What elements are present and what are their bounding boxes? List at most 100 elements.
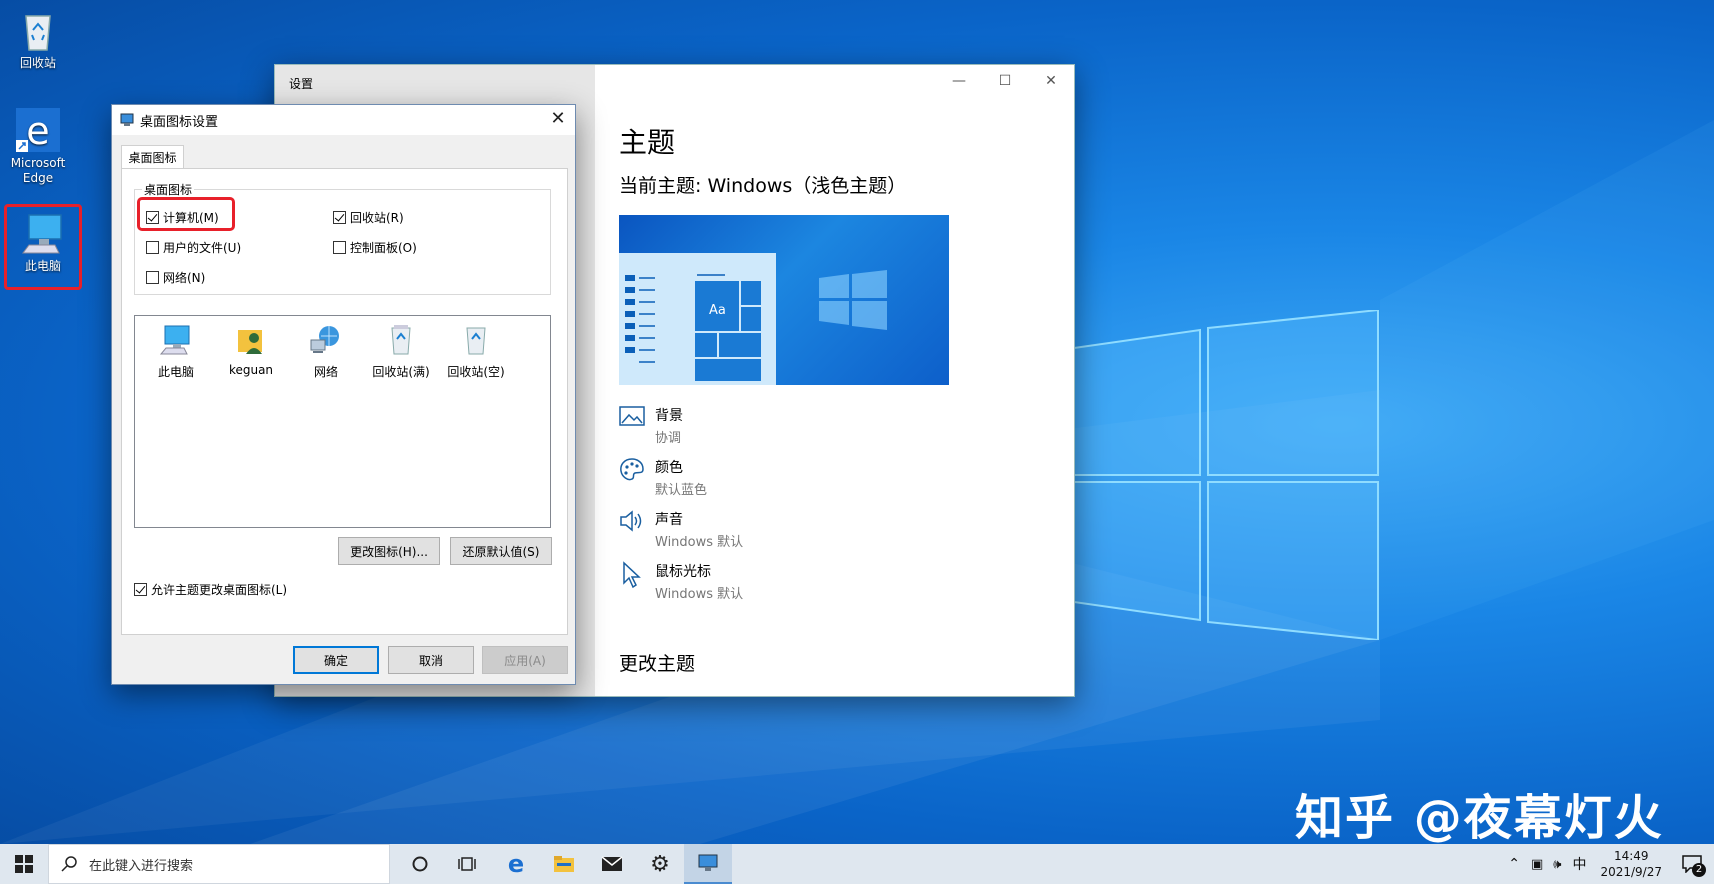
clock[interactable]: 14:49 2021/9/27 (1592, 848, 1670, 880)
desktop-icon-edge[interactable]: e Microsoft Edge (0, 106, 76, 186)
checkbox-label: 用户的文件(U) (163, 241, 242, 255)
gear-icon: ⚙ (650, 851, 670, 877)
setting-value: Windows 默认 (655, 535, 744, 550)
search-icon (61, 856, 77, 872)
folder-icon (554, 856, 574, 872)
change-theme-heading: 更改主题 (619, 653, 696, 675)
highlight-annotation (137, 197, 235, 231)
checkbox-label: 网络(N) (163, 271, 206, 285)
chevron-up-icon[interactable]: ⌃ (1502, 856, 1526, 872)
clock-date: 2021/9/27 (1600, 865, 1662, 879)
user-folder-icon (238, 330, 262, 354)
taskbar-search-box[interactable]: 在此键入进行搜索 (48, 844, 390, 884)
ime-indicator[interactable]: 中 (1566, 854, 1592, 874)
ok-button[interactable]: 确定 (293, 646, 379, 674)
speaker-icon (619, 509, 651, 541)
taskbar-mail[interactable] (588, 844, 636, 884)
edge-icon: e (14, 106, 62, 154)
checkbox-box[interactable] (333, 211, 346, 224)
checkbox-label: 控制面板(O) (350, 241, 417, 255)
icon-list-item-recycle-full[interactable]: 回收站(满) (365, 324, 437, 380)
task-view-icon (458, 857, 476, 871)
palette-icon (619, 457, 651, 489)
checkbox-box[interactable] (146, 271, 159, 284)
notification-badge: 2 (1692, 863, 1706, 877)
watermark: 知乎 @夜幕灯火 (1295, 790, 1664, 846)
setting-color[interactable]: 颜色 默认蓝色 (619, 457, 707, 498)
recycle-bin-full-icon (391, 325, 411, 355)
cancel-button[interactable]: 取消 (388, 646, 474, 674)
taskbar-desktop-icon-settings[interactable] (684, 844, 732, 884)
icon-list-item-this-pc[interactable]: 此电脑 (140, 324, 212, 380)
minimize-button[interactable]: — (936, 65, 982, 97)
icon-list-item-recycle-empty[interactable]: 回收站(空) (440, 324, 512, 380)
icon-list-label: 此电脑 (157, 365, 194, 379)
close-button[interactable]: ✕ (1028, 65, 1074, 97)
volume-icon[interactable]: 🕪 (1548, 857, 1566, 872)
recycle-bin-empty-icon (466, 327, 486, 355)
recycle-bin-icon (14, 6, 62, 54)
setting-background[interactable]: 背景 协调 (619, 405, 683, 446)
desktop-icon-recycle-bin[interactable]: 回收站 (0, 6, 76, 71)
checkbox-box[interactable] (134, 583, 147, 596)
windows-logo-icon (15, 855, 33, 873)
window-caption-buttons: — ☐ ✕ (936, 65, 1074, 97)
checkbox-box[interactable] (146, 241, 159, 254)
tab-desktop-icons[interactable]: 桌面图标 (121, 145, 184, 169)
icon-list-item-user[interactable]: keguan (215, 324, 287, 377)
icon-list[interactable]: 此电脑 keguan 网络 回收站(满) 回收站(空) (134, 315, 551, 528)
restore-default-button[interactable]: 还原默认值(S) (450, 537, 552, 565)
dialog-close-button[interactable]: ✕ (547, 109, 569, 131)
icon-list-label: keguan (228, 363, 274, 377)
checkbox-user-files[interactable]: 用户的文件(U) (146, 239, 241, 256)
checkbox-allow-theme[interactable]: 允许主题更改桌面图标(L) (134, 581, 287, 598)
taskbar: 在此键入进行搜索 e ⚙ ⌃ ▣ 🕪 中 14:49 2021/9/27 2 (0, 844, 1714, 884)
setting-mouse-cursor[interactable]: 鼠标光标 Windows 默认 (619, 561, 743, 602)
setting-value: 默认蓝色 (655, 483, 708, 498)
dialog-title: 桌面图标设置 (140, 114, 219, 130)
task-view-button[interactable] (444, 844, 492, 884)
setting-name: 声音 (655, 512, 683, 528)
group-label: 桌面图标 (142, 181, 195, 198)
setting-value: 协调 (655, 431, 682, 446)
icon-list-item-network[interactable]: 网络 (290, 324, 362, 380)
cursor-icon (619, 561, 651, 593)
search-placeholder: 在此键入进行搜索 (89, 858, 194, 874)
cortana-button[interactable] (396, 844, 444, 884)
picture-icon (619, 405, 651, 437)
checkbox-label: 回收站(R) (350, 211, 404, 225)
checkbox-network[interactable]: 网络(N) (146, 269, 205, 286)
system-tray: ⌃ ▣ 🕪 中 14:49 2021/9/27 2 (1502, 844, 1714, 884)
mail-icon (601, 856, 623, 871)
clock-time: 14:49 (1613, 849, 1649, 863)
checkbox-box[interactable] (333, 241, 346, 254)
icon-list-label: 网络 (313, 365, 338, 379)
taskbar-file-explorer[interactable] (540, 844, 588, 884)
start-button[interactable] (0, 844, 48, 884)
notification-center-button[interactable]: 2 (1670, 844, 1714, 884)
wallpaper-windows-logo (1060, 310, 1379, 640)
cortana-icon (412, 856, 428, 872)
network-icon[interactable]: ▣ (1526, 857, 1548, 872)
this-pc-icon (159, 325, 190, 355)
setting-name: 鼠标光标 (655, 564, 711, 580)
checkbox-control-panel[interactable]: 控制面板(O) (333, 239, 417, 256)
taskbar-settings[interactable]: ⚙ (636, 844, 684, 884)
desktop-icon-this-pc[interactable]: 此电脑 (4, 204, 82, 290)
setting-value: Windows 默认 (655, 587, 744, 602)
taskbar-edge[interactable]: e (492, 844, 540, 884)
icon-list-label: 回收站(满) (372, 365, 430, 379)
checkbox-recycle-bin[interactable]: 回收站(R) (333, 209, 404, 226)
this-pc-icon (19, 209, 67, 257)
dialog-titlebar[interactable]: 桌面图标设置 ✕ (112, 105, 575, 135)
maximize-button[interactable]: ☐ (982, 65, 1028, 97)
setting-sound[interactable]: 声音 Windows 默认 (619, 509, 743, 550)
desktop-icon-label: 回收站 (19, 56, 56, 70)
apply-button[interactable]: 应用(A) (482, 646, 568, 674)
display-settings-icon (698, 854, 718, 871)
svg-text:e: e (26, 109, 49, 153)
network-icon (310, 326, 339, 353)
setting-name: 颜色 (655, 460, 683, 476)
current-theme-label: 当前主题: Windows（浅色主题） (619, 175, 907, 197)
change-icon-button[interactable]: 更改图标(H)... (338, 537, 440, 565)
